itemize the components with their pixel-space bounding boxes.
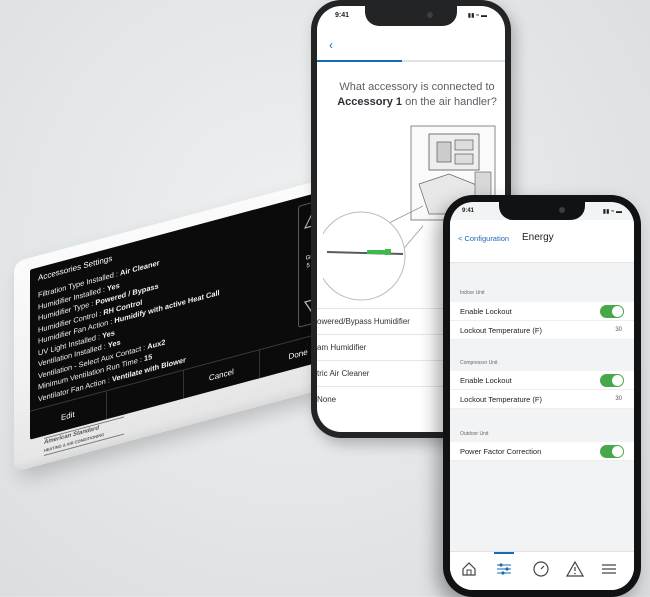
setting-row-power-factor-correction[interactable]: Power Factor Correction [450,442,634,461]
enable-lockout-toggle[interactable] [600,304,624,318]
power-factor-correction-toggle[interactable] [600,444,624,458]
status-time: 9:41 [335,12,350,19]
front-phone: 9:41 ▮▮ ≈ ▬ < Configuration Energy Indoo… [443,195,641,597]
setting-row-lockout-temperature-indoor[interactable]: Lockout Temperature (F) 30 [450,321,634,340]
alert-icon[interactable] [566,560,584,578]
progress-bar [317,60,402,62]
menu-icon[interactable] [600,560,618,578]
section-label: Compressor Unit [460,360,498,366]
gauge-icon[interactable] [532,560,550,578]
section-label: Indoor Unit [460,290,485,296]
home-icon[interactable] [460,560,478,578]
back-to-configuration-link[interactable]: < Configuration [458,234,509,243]
question-text: What accessory is connected to Accessory… [337,81,497,108]
camera-icon [427,12,433,18]
active-tab-indicator [494,552,514,554]
status-icons: ▮▮ ≈ ▬ [602,209,622,215]
chevron-left-icon[interactable]: ‹ [329,38,333,52]
sliders-icon[interactable] [495,560,513,578]
phone-notch [499,202,585,220]
section-label: Outdoor Unit [460,431,489,437]
setting-row-lockout-temperature-compressor[interactable]: Lockout Temperature (F) 30 [450,390,634,409]
enable-lockout-toggle[interactable] [600,373,624,387]
wire-zoom-icon [323,205,424,301]
status-time: 9:41 [462,208,475,214]
phone-notch [365,6,457,26]
camera-icon [559,207,565,213]
front-phone-screen: 9:41 ▮▮ ≈ ▬ < Configuration Energy Indoo… [450,202,634,590]
setting-row-enable-lockout-compressor[interactable]: Enable Lockout [450,371,634,390]
page-title: Energy [522,232,554,243]
status-icons: ▮▮ ≈ ▬ [467,13,487,19]
tab-bar [450,551,634,590]
setting-row-enable-lockout-indoor[interactable]: Enable Lockout [450,302,634,321]
nav-header: < Configuration Energy [450,220,634,263]
